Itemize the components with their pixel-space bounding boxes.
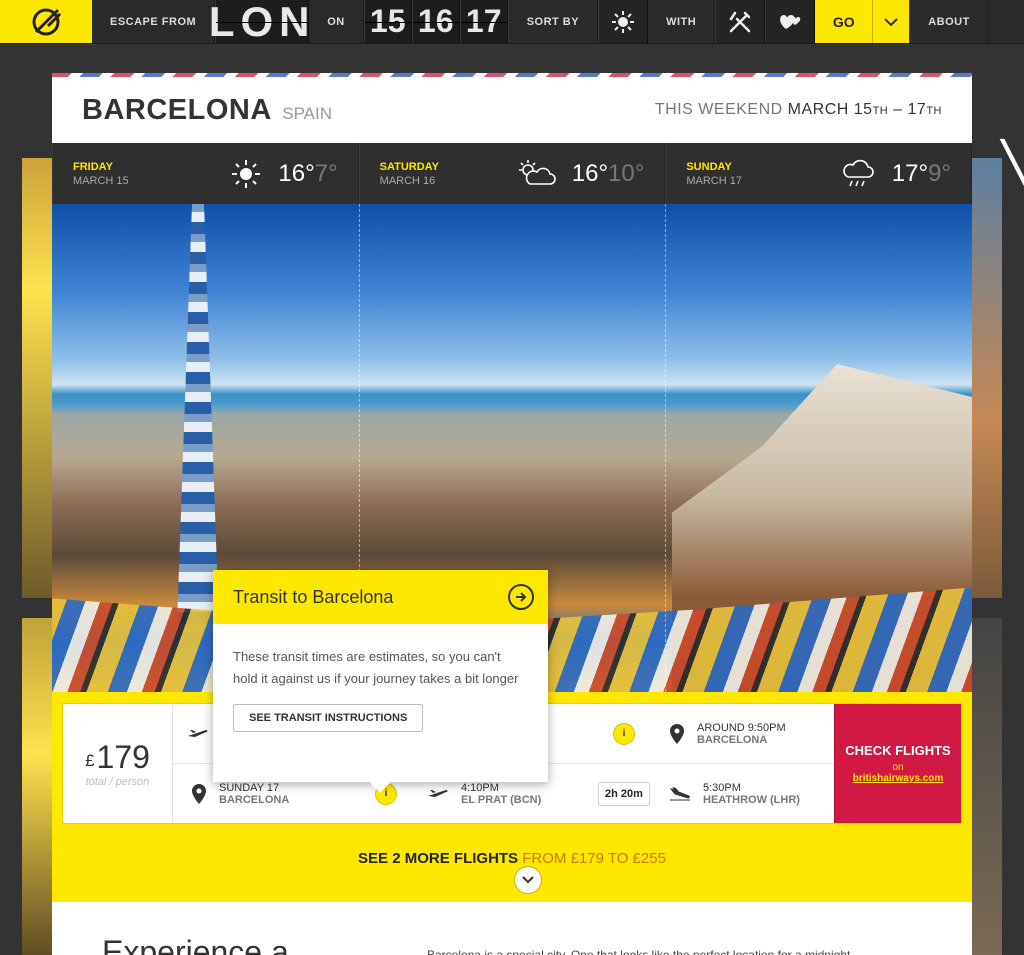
escape-from-label: Escape from — [92, 0, 216, 43]
popover-title: Transit to Barcelona — [233, 586, 394, 607]
more-flights-range: FROM £179 TO £255 — [522, 850, 666, 867]
check-flights-label: CHECK FLIGHTS — [845, 743, 951, 758]
temp-low: 10° — [608, 159, 645, 187]
logo[interactable] — [0, 0, 92, 43]
rain-cloud-icon — [842, 159, 874, 186]
date-range-start: MARCH 15 — [787, 101, 873, 118]
flight-airport: EL PRAT (BCN) — [461, 793, 542, 806]
location-pin-icon — [192, 783, 206, 804]
flight-time: 4:10PM — [461, 781, 499, 794]
check-flights-on: on — [892, 762, 904, 773]
top-navigation: Escape from LON On 15 16 17 Sort by With… — [0, 0, 1024, 45]
chevron-down-icon — [522, 876, 534, 884]
with-love-button[interactable] — [765, 0, 816, 43]
weather-day-name: SUNDAY — [686, 160, 732, 173]
date-range-separator: – — [888, 101, 908, 118]
transit-instructions-button[interactable]: SEE TRANSIT INSTRUCTIONS — [233, 704, 424, 732]
plane-depart-icon — [188, 729, 208, 737]
partly-cloudy-icon — [518, 159, 556, 185]
on-label: On — [309, 0, 364, 43]
destination-title: BARCELONA SPAIN — [82, 94, 332, 127]
sun-icon — [612, 10, 635, 33]
plane-depart-icon — [428, 789, 448, 797]
return-day: SUNDAY 17 — [219, 781, 280, 794]
temp-high: 17° — [891, 159, 929, 187]
go-button[interactable]: GO — [815, 0, 874, 43]
background-card[interactable] — [972, 158, 1002, 598]
destination-header: BARCELONA SPAIN THIS WEEKEND MARCH 15TH … — [52, 77, 972, 143]
background-card[interactable] — [22, 158, 52, 598]
currency-symbol: £ — [85, 751, 95, 770]
date-range-prefix: THIS WEEKEND — [654, 101, 783, 118]
go-dropdown-button[interactable] — [873, 0, 910, 43]
date-start-suffix: TH — [872, 105, 889, 117]
city-name: BARCELONA — [82, 93, 272, 126]
date-end-suffix: TH — [926, 105, 942, 117]
date-16[interactable]: 16 — [411, 0, 460, 43]
cutlery-icon — [729, 11, 751, 32]
day-divider — [665, 204, 666, 692]
price-note: total / person — [85, 776, 150, 788]
content-heading: Experience a — [102, 934, 289, 955]
sun-icon — [232, 159, 261, 188]
arrow-right-icon[interactable] — [508, 584, 534, 610]
airline-link[interactable]: britishairways.com — [853, 773, 944, 784]
weather-date: MARCH 15 — [73, 174, 129, 187]
weather-day-name: FRIDAY — [73, 160, 113, 173]
popover-text: These transit times are estimates, so yo… — [233, 649, 519, 686]
arrow-right-glyph — [516, 592, 527, 602]
close-icon[interactable]: ╲ — [1002, 144, 1024, 202]
hearts-icon — [780, 14, 801, 29]
origin-city-code[interactable]: LON — [209, 0, 310, 45]
plane-land-icon — [669, 787, 690, 800]
chevron-down-icon — [884, 17, 898, 26]
destination-modal: BARCELONA SPAIN THIS WEEKEND MARCH 15TH … — [52, 73, 972, 955]
price-amount: 179 — [96, 739, 150, 775]
date-17[interactable]: 17 — [459, 0, 508, 43]
date-range: THIS WEEKEND MARCH 15TH – 17TH — [655, 101, 942, 119]
weather-day-friday: FRIDAY MARCH 15 16°7° — [52, 143, 359, 204]
date-range-end: 17 — [907, 101, 927, 118]
landing-airport: HEATHROW (LHR) — [703, 793, 800, 806]
with-label: With — [648, 0, 716, 43]
destination-content: Experience a Barcelona is a special city… — [52, 902, 972, 955]
flight-duration: 2h 20m — [598, 781, 650, 806]
info-icon[interactable]: i — [613, 722, 635, 745]
weather-date: MARCH 17 — [686, 174, 742, 187]
weather-day-sunday: SUNDAY MARCH 17 17°9° — [665, 143, 972, 204]
weather-forecast: FRIDAY MARCH 15 16°7° SATURDAY MARCH 16 — [52, 143, 972, 204]
background-card[interactable] — [22, 618, 52, 955]
arrival-place: BARCELONA — [697, 733, 768, 746]
sort-by-label: Sort by — [507, 0, 599, 43]
weather-day-name: SATURDAY — [379, 160, 439, 173]
background-card[interactable] — [972, 618, 1002, 955]
popover-header[interactable]: Transit to Barcelona — [213, 570, 548, 624]
temp-low: 9° — [928, 159, 952, 187]
expand-flights-button[interactable] — [514, 866, 542, 894]
content-description: Barcelona is a special city. One that lo… — [427, 948, 851, 955]
weather-date: MARCH 16 — [379, 174, 436, 187]
about-link[interactable]: About — [909, 0, 989, 43]
arrival-time: AROUND 9:50PM — [697, 721, 786, 734]
transit-popover: Transit to Barcelona These transit times… — [213, 570, 548, 793]
temp-high: 16° — [571, 159, 609, 187]
weather-day-saturday: SATURDAY MARCH 16 16°10° — [358, 143, 666, 204]
location-pin-icon — [670, 723, 684, 744]
temp-low: 7° — [314, 159, 338, 187]
more-flights-label: SEE 2 MORE FLIGHTS — [358, 850, 519, 867]
country-name: SPAIN — [282, 103, 332, 123]
check-flights-button[interactable]: CHECK FLIGHTS on britishairways.com — [834, 704, 961, 823]
flight-price: £179 total / person — [63, 704, 173, 823]
date-15[interactable]: 15 — [363, 0, 412, 43]
logo-icon — [32, 8, 62, 35]
with-food-button[interactable] — [715, 0, 766, 43]
more-flights-link[interactable]: SEE 2 MORE FLIGHTS FROM £179 TO £255 — [62, 850, 962, 867]
temp-high: 16° — [278, 159, 315, 187]
sort-sun-button[interactable] — [598, 0, 649, 43]
return-depart-place: BARCELONA — [219, 793, 290, 806]
photo-tower — [177, 204, 219, 624]
landing-time: 5:30PM — [703, 781, 741, 794]
